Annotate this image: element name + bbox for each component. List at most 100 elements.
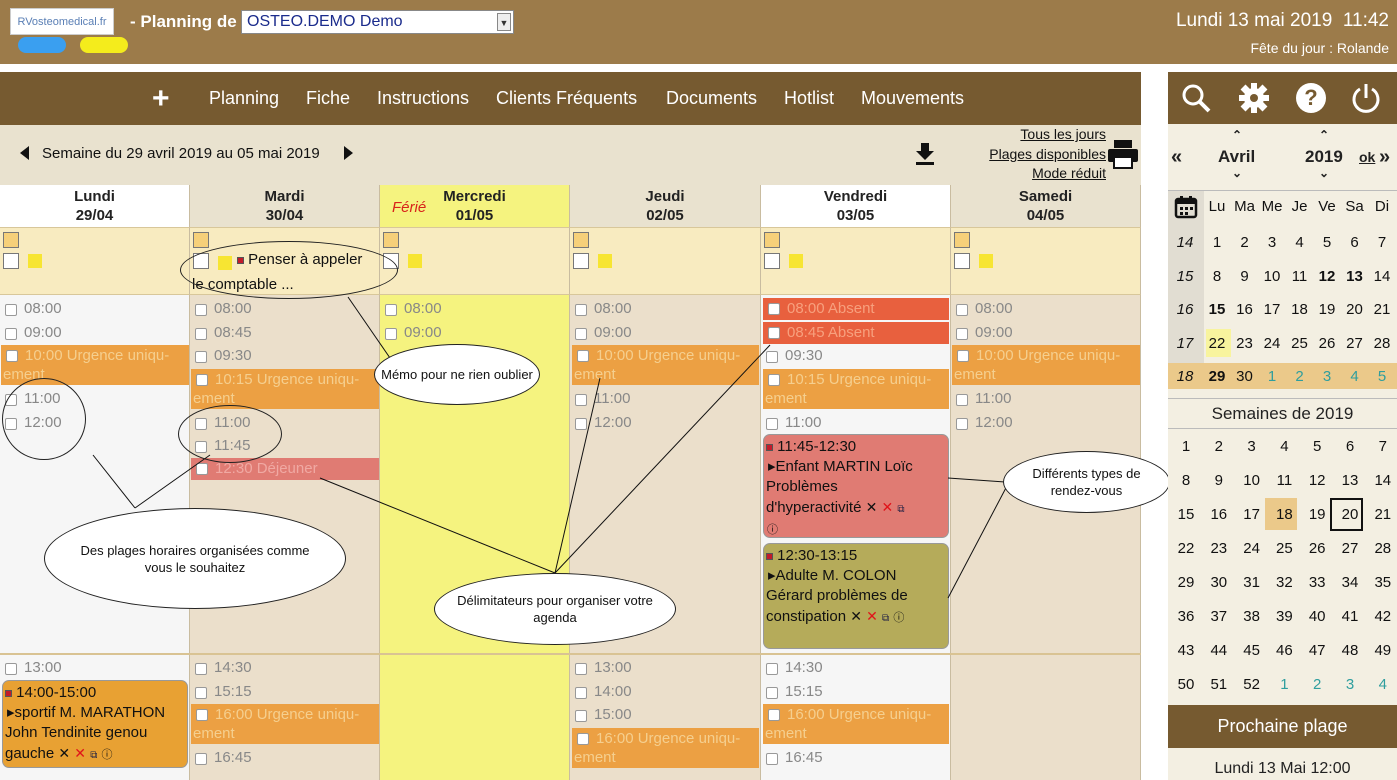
year-week-number[interactable]: 6	[1336, 438, 1364, 455]
calendar-day[interactable]: 29	[1204, 368, 1230, 385]
calendar-day[interactable]: 3	[1259, 234, 1285, 251]
year-week-number[interactable]: 11	[1270, 472, 1298, 489]
calendar-icon[interactable]	[1174, 195, 1198, 219]
year-week-number[interactable]: 36	[1172, 608, 1200, 625]
year-week-number[interactable]: 2	[1303, 676, 1331, 693]
year-week-number[interactable]: 3	[1336, 676, 1364, 693]
calendar-day[interactable]: 21	[1369, 301, 1395, 318]
calendar-day[interactable]: 10	[1259, 268, 1285, 285]
year-week-number[interactable]: 9	[1205, 472, 1233, 489]
calendar-day[interactable]: 9	[1232, 268, 1258, 285]
year-week-number[interactable]: 32	[1270, 574, 1298, 591]
year-week-number[interactable]: 52	[1238, 676, 1266, 693]
year-week-number[interactable]: 31	[1238, 574, 1266, 591]
year-week-number[interactable]: 1	[1270, 676, 1298, 693]
calendar-day[interactable]: 13	[1342, 268, 1368, 285]
calendar-day[interactable]: 11	[1287, 268, 1313, 285]
next-slot-value[interactable]: Lundi 13 Mai 12:00	[1168, 760, 1397, 778]
year-week-number[interactable]: 13	[1336, 472, 1364, 489]
year-week-number[interactable]: 12	[1303, 472, 1331, 489]
calendar-day[interactable]: 5	[1369, 368, 1395, 385]
week-number[interactable]: 18	[1172, 368, 1198, 385]
year-week-number[interactable]: 3	[1238, 438, 1266, 455]
power-icon[interactable]	[1350, 82, 1382, 114]
calendar-day[interactable]: 4	[1342, 368, 1368, 385]
calendar-day[interactable]: 1	[1204, 234, 1230, 251]
year-week-number[interactable]: 51	[1205, 676, 1233, 693]
calendar-day[interactable]: 28	[1369, 335, 1395, 352]
calendar-day[interactable]: 4	[1287, 234, 1313, 251]
calendar-day[interactable]: 5	[1314, 234, 1340, 251]
year-week-number[interactable]: 50	[1172, 676, 1200, 693]
year-down-icon[interactable]: ⌄	[1319, 166, 1329, 180]
year-week-number[interactable]: 38	[1238, 608, 1266, 625]
year-week-number[interactable]: 24	[1238, 540, 1266, 557]
year-week-number[interactable]: 30	[1205, 574, 1233, 591]
calendar-day[interactable]: 18	[1287, 301, 1313, 318]
year-week-number[interactable]: 14	[1369, 472, 1397, 489]
year-week-number[interactable]: 47	[1303, 642, 1331, 659]
year-week-number[interactable]: 23	[1205, 540, 1233, 557]
year-week-number[interactable]: 18	[1270, 506, 1298, 523]
year-week-number[interactable]: 1	[1172, 438, 1200, 455]
year-week-number[interactable]: 35	[1369, 574, 1397, 591]
calendar-day[interactable]: 12	[1314, 268, 1340, 285]
year-week-number[interactable]: 27	[1336, 540, 1364, 557]
calendar-day[interactable]: 17	[1259, 301, 1285, 318]
week-number[interactable]: 14	[1172, 234, 1198, 251]
calendar-day[interactable]: 16	[1232, 301, 1258, 318]
calendar-day[interactable]: 24	[1259, 335, 1285, 352]
year-week-number[interactable]: 4	[1270, 438, 1298, 455]
year-week-number[interactable]: 26	[1303, 540, 1331, 557]
year-week-number[interactable]: 20	[1336, 506, 1364, 523]
week-number[interactable]: 17	[1172, 335, 1198, 352]
year-week-number[interactable]: 37	[1205, 608, 1233, 625]
calendar-day[interactable]: 23	[1232, 335, 1258, 352]
year-week-number[interactable]: 29	[1172, 574, 1200, 591]
year-week-number[interactable]: 49	[1369, 642, 1397, 659]
calendar-day[interactable]: 1	[1259, 368, 1285, 385]
calendar-day[interactable]: 30	[1232, 368, 1258, 385]
year-week-number[interactable]: 34	[1336, 574, 1364, 591]
calendar-day[interactable]: 20	[1342, 301, 1368, 318]
calendar-day[interactable]: 26	[1314, 335, 1340, 352]
calendar-day[interactable]: 14	[1369, 268, 1395, 285]
year-week-number[interactable]: 28	[1369, 540, 1397, 557]
ok-button[interactable]: ok	[1359, 149, 1375, 165]
year-week-number[interactable]: 8	[1172, 472, 1200, 489]
year-week-number[interactable]: 16	[1205, 506, 1233, 523]
calendar-day[interactable]: 2	[1232, 234, 1258, 251]
year-week-number[interactable]: 7	[1369, 438, 1397, 455]
prev-month-icon[interactable]: «	[1171, 146, 1182, 169]
year-week-number[interactable]: 25	[1270, 540, 1298, 557]
week-number[interactable]: 16	[1172, 301, 1198, 318]
calendar-day[interactable]: 8	[1204, 268, 1230, 285]
calendar-day[interactable]: 19	[1314, 301, 1340, 318]
month-label[interactable]: Avril	[1218, 147, 1255, 167]
calendar-day[interactable]: 25	[1287, 335, 1313, 352]
year-week-number[interactable]: 4	[1369, 676, 1397, 693]
calendar-day[interactable]: 3	[1314, 368, 1340, 385]
year-week-number[interactable]: 19	[1303, 506, 1331, 523]
year-week-number[interactable]: 17	[1238, 506, 1266, 523]
calendar-day[interactable]: 2	[1287, 368, 1313, 385]
calendar-day[interactable]: 7	[1369, 234, 1395, 251]
calendar-day[interactable]: 15	[1204, 301, 1230, 318]
year-week-number[interactable]: 21	[1369, 506, 1397, 523]
year-week-number[interactable]: 45	[1238, 642, 1266, 659]
calendar-day[interactable]: 27	[1342, 335, 1368, 352]
year-week-number[interactable]: 15	[1172, 506, 1200, 523]
help-icon[interactable]: ?	[1295, 82, 1327, 114]
calendar-day[interactable]: 6	[1342, 234, 1368, 251]
year-week-number[interactable]: 43	[1172, 642, 1200, 659]
year-week-number[interactable]: 46	[1270, 642, 1298, 659]
year-week-number[interactable]: 2	[1205, 438, 1233, 455]
year-week-number[interactable]: 48	[1336, 642, 1364, 659]
gear-icon[interactable]	[1238, 82, 1270, 114]
year-up-icon[interactable]: ⌃	[1319, 128, 1329, 142]
month-down-icon[interactable]: ⌄	[1232, 166, 1242, 180]
year-week-number[interactable]: 10	[1238, 472, 1266, 489]
year-week-number[interactable]: 33	[1303, 574, 1331, 591]
next-month-icon[interactable]: »	[1379, 146, 1390, 169]
year-week-number[interactable]: 5	[1303, 438, 1331, 455]
